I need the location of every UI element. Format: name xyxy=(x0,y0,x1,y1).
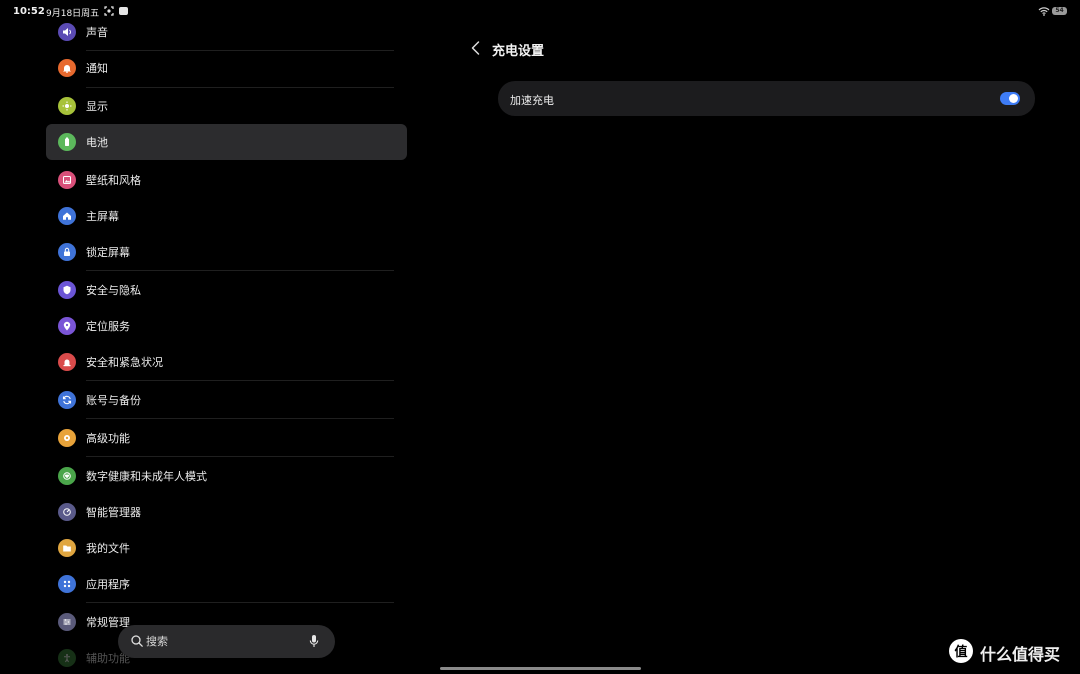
sidebar-item-device-care[interactable]: 智能管理器 xyxy=(46,494,407,530)
sidebar-item-label: 定位服务 xyxy=(86,320,130,333)
sidebar-item-label: 壁纸和风格 xyxy=(86,174,141,187)
back-button[interactable] xyxy=(467,38,485,58)
microphone-icon[interactable] xyxy=(308,634,320,648)
divider xyxy=(86,456,394,457)
page-title: 充电设置 xyxy=(492,44,545,59)
sidebar-item-label: 我的文件 xyxy=(86,542,130,555)
home-indicator[interactable] xyxy=(440,667,641,670)
settings-list[interactable]: 声音 通知 显示 电池 壁纸和风格 主屏幕 锁定屏幕 安全与隐私 定位服务 安全… xyxy=(0,0,420,674)
sidebar-item-sound[interactable]: 声音 xyxy=(46,14,407,50)
sliders-icon xyxy=(58,613,76,631)
sidebar-item-display[interactable]: 显示 xyxy=(46,88,407,124)
battery-level-badge: 54 xyxy=(1052,7,1067,15)
heart-icon xyxy=(58,467,76,485)
speaker-icon xyxy=(58,23,76,41)
sidebar-item-label: 高级功能 xyxy=(86,432,130,445)
sidebar-item-wallpaper[interactable]: 壁纸和风格 xyxy=(46,162,407,198)
sidebar-item-label: 电池 xyxy=(86,136,108,149)
sidebar-item-apps[interactable]: 应用程序 xyxy=(46,566,407,602)
home-icon xyxy=(58,207,76,225)
sidebar-item-label: 锁定屏幕 xyxy=(86,246,130,259)
battery-icon xyxy=(58,133,76,151)
watermark-logo-icon: 值 xyxy=(949,639,973,663)
sidebar-item-accounts-backup[interactable]: 账号与备份 xyxy=(46,382,407,418)
sidebar-item-emergency[interactable]: 安全和紧急状况 xyxy=(46,344,407,380)
bell-icon xyxy=(58,59,76,77)
sidebar-item-location[interactable]: 定位服务 xyxy=(46,308,407,344)
sync-icon xyxy=(58,391,76,409)
sidebar-item-battery[interactable]: 电池 xyxy=(46,124,407,160)
sidebar-item-my-files[interactable]: 我的文件 xyxy=(46,530,407,566)
fast-charging-setting[interactable]: 加速充电 xyxy=(498,81,1035,116)
sidebar-item-label: 智能管理器 xyxy=(86,506,141,519)
divider xyxy=(86,380,394,381)
sun-icon xyxy=(58,97,76,115)
divider xyxy=(86,602,394,603)
sidebar-item-label: 账号与备份 xyxy=(86,394,141,407)
alert-icon xyxy=(58,353,76,371)
sidebar-item-notifications[interactable]: 通知 xyxy=(46,50,407,86)
sidebar-item-label: 安全和紧急状况 xyxy=(86,356,163,369)
picture-icon xyxy=(58,171,76,189)
sidebar-item-label: 通知 xyxy=(86,62,108,75)
sidebar-item-label: 应用程序 xyxy=(86,578,130,591)
sidebar-item-advanced-features[interactable]: 高级功能 xyxy=(46,420,407,456)
shield-icon xyxy=(58,281,76,299)
divider xyxy=(86,270,394,271)
search-icon xyxy=(131,635,143,647)
sidebar-item-label: 安全与隐私 xyxy=(86,284,141,297)
sidebar-item-home-screen[interactable]: 主屏幕 xyxy=(46,198,407,234)
sidebar-item-label: 主屏幕 xyxy=(86,210,119,223)
folder-icon xyxy=(58,539,76,557)
watermark-text: 什么值得买 xyxy=(980,645,1061,664)
apps-icon xyxy=(58,575,76,593)
sidebar-item-label: 声音 xyxy=(86,26,108,39)
gauge-icon xyxy=(58,503,76,521)
sidebar-item-security-privacy[interactable]: 安全与隐私 xyxy=(46,272,407,308)
sidebar-item-lock-screen[interactable]: 锁定屏幕 xyxy=(46,234,407,270)
fast-charging-label: 加速充电 xyxy=(510,94,554,107)
toggle-knob xyxy=(1009,94,1018,103)
fast-charging-toggle[interactable] xyxy=(1000,92,1020,105)
watermark-logo-text: 值 xyxy=(954,644,967,660)
gear-star-icon xyxy=(58,429,76,447)
sidebar-item-label: 显示 xyxy=(86,100,108,113)
accessibility-icon xyxy=(58,649,76,667)
search-input[interactable] xyxy=(146,633,296,650)
sidebar-item-label: 数字健康和未成年人模式 xyxy=(86,470,207,483)
divider xyxy=(86,418,394,419)
lock-icon xyxy=(58,243,76,261)
search-bar[interactable] xyxy=(118,625,335,658)
sidebar-item-digital-wellbeing[interactable]: 数字健康和未成年人模式 xyxy=(46,458,407,494)
location-icon xyxy=(58,317,76,335)
wifi-icon xyxy=(1038,7,1050,16)
